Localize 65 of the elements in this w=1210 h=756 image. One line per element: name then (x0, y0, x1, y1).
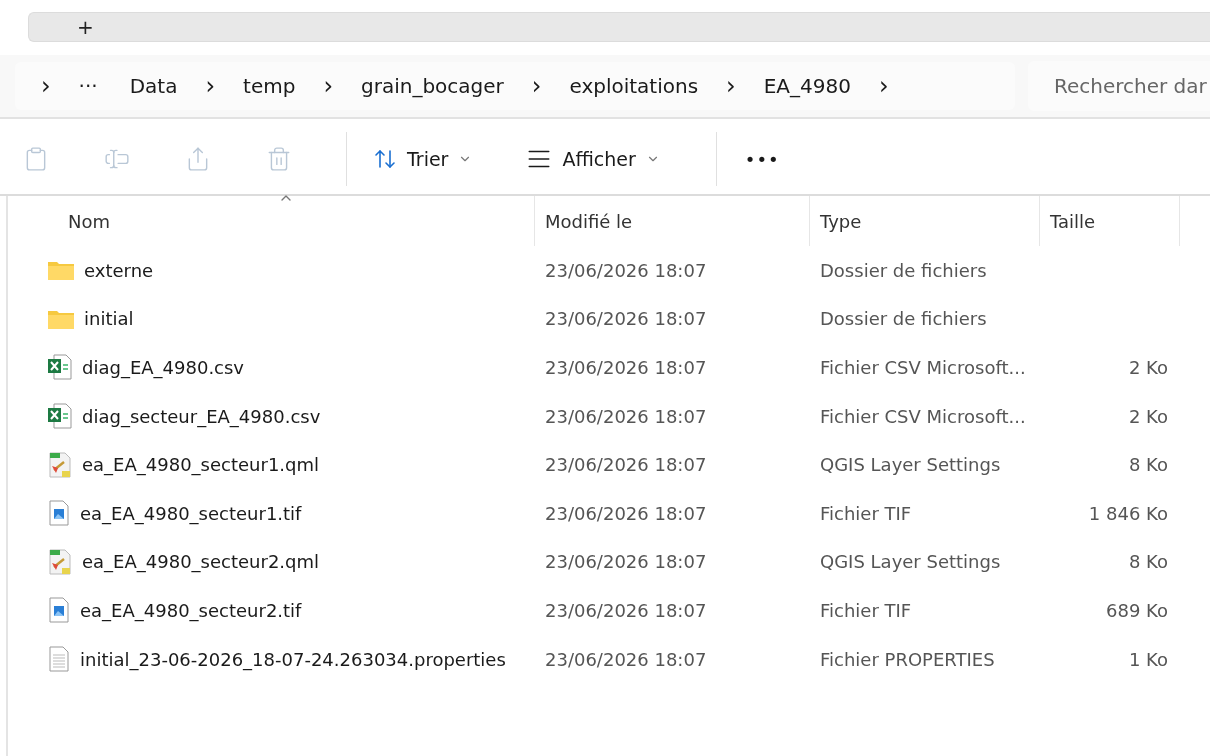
file-type: Fichier CSV Microsoft... (819, 357, 1027, 378)
text-file-icon (48, 646, 70, 673)
spreadsheet-icon (48, 354, 72, 381)
trash-icon (266, 146, 292, 172)
spreadsheet-icon (48, 403, 72, 430)
breadcrumb-item[interactable]: grain_bocager (345, 74, 520, 98)
file-name[interactable]: ea_EA_4980_secteur1.qml (8, 451, 535, 478)
file-name[interactable]: diag_secteur_EA_4980.csv (8, 403, 535, 430)
view-button[interactable]: Afficher (514, 140, 672, 178)
modified-date: 23/06/2026 18:07 (544, 454, 708, 476)
file-type: Fichier PROPERTIES (819, 648, 996, 670)
file-size: 689 Ko (1105, 599, 1169, 621)
breadcrumb-item[interactable]: EA_4980 (747, 74, 867, 98)
modified-date: 23/06/2026 18:07 (544, 405, 708, 427)
file-type: Fichier TIF (819, 502, 913, 524)
more-button[interactable]: ··· (62, 74, 114, 98)
file-type: Fichier CSV Microsoft... (819, 405, 1027, 427)
column-header[interactable]: Type (810, 196, 1040, 246)
folder-icon (48, 308, 74, 329)
file-name[interactable]: diag_EA_4980.csv (8, 354, 535, 381)
column-header[interactable]: Modifié le (535, 196, 810, 246)
file-name[interactable]: externe (8, 259, 535, 281)
modified-date: 23/06/2026 18:07 (544, 551, 708, 573)
file-name[interactable]: ea_EA_4980_secteur1.tif (8, 500, 535, 527)
chevron-button[interactable]: › (29, 72, 63, 100)
brush-file-icon (48, 548, 72, 575)
file-name[interactable]: ea_EA_4980_secteur2.qml (8, 548, 535, 575)
image-file-icon (48, 597, 70, 624)
column-header[interactable]: Nom (8, 196, 535, 246)
modified-date: 23/06/2026 18:07 (544, 357, 708, 378)
file-size: 2 Ko (1127, 357, 1169, 378)
file-type: QGIS Layer Settings (819, 551, 1002, 573)
file-type: QGIS Layer Settings (819, 454, 1002, 476)
breadcrumb-item[interactable]: temp (227, 74, 312, 98)
chevron-button[interactable]: › (866, 72, 901, 100)
column-header[interactable]: Taille (1040, 196, 1180, 246)
file-name[interactable]: initial (8, 308, 535, 330)
file-size: 8 Ko (1127, 551, 1169, 573)
more-button[interactable]: ••• (730, 142, 794, 176)
modified-date: 23/06/2026 18:07 (544, 648, 708, 670)
chevron-button[interactable]: › (193, 72, 228, 100)
modified-date: 23/06/2026 18:07 (544, 259, 708, 281)
new-tab-button[interactable]: + (77, 16, 94, 38)
file-type: Fichier TIF (819, 599, 913, 621)
sort-button[interactable]: Trier (361, 141, 485, 177)
file-size: 8 Ko (1127, 454, 1169, 476)
sort-arrows-icon (373, 147, 397, 171)
file-size: 1 846 Ko (1087, 502, 1169, 524)
chevron-button[interactable]: › (311, 72, 345, 100)
file-size: 1 Ko (1127, 648, 1169, 670)
folder-icon (48, 260, 74, 281)
file-name[interactable]: ea_EA_4980_secteur2.tif (8, 597, 535, 624)
chevron-button[interactable]: › (519, 72, 554, 100)
chevron-button[interactable]: › (714, 72, 748, 100)
file-name[interactable]: initial_23-06-2026_18-07-24.263034.properties (8, 646, 535, 673)
file-type: Dossier de fichiers (819, 308, 988, 330)
image-file-icon (48, 500, 70, 527)
modified-date: 23/06/2026 18:07 (544, 599, 708, 621)
modified-date: 23/06/2026 18:07 (544, 502, 708, 524)
breadcrumb-item[interactable]: Data (113, 74, 194, 98)
file-type: Dossier de fichiers (819, 259, 988, 281)
breadcrumb-item[interactable]: exploitations (553, 74, 715, 98)
file-size: 2 Ko (1127, 405, 1169, 427)
brush-file-icon (48, 451, 72, 478)
modified-date: 23/06/2026 18:07 (544, 308, 708, 330)
